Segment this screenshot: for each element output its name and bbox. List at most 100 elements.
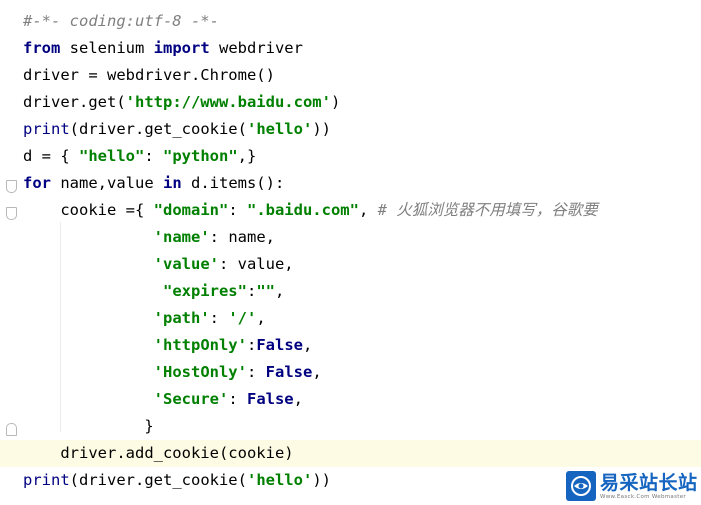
- code-token: :: [246, 363, 266, 381]
- code-token: ,: [293, 390, 303, 408]
- code-line[interactable]: 'httpOnly':False,: [0, 332, 701, 359]
- code-token: :: [144, 147, 163, 165]
- code-token: ): [330, 93, 341, 111]
- code-token: d = {: [23, 147, 79, 165]
- code-token: in: [162, 174, 182, 192]
- code-line-text: #-*- coding:utf-8 -*-: [23, 8, 219, 35]
- code-token: '/': [228, 309, 257, 327]
- code-line-text: 'httpOnly':False,: [23, 332, 313, 359]
- code-token: : value,: [218, 255, 294, 273]
- watermark-url: Www.Easck.Com Webmaster: [600, 493, 686, 500]
- code-token: ,}: [237, 147, 257, 165]
- code-token: print: [23, 120, 70, 138]
- code-token: 'hello': [246, 471, 313, 489]
- code-token: :: [209, 309, 229, 327]
- code-token: 'http://www.baidu.com': [125, 93, 331, 111]
- code-token: False: [265, 363, 313, 381]
- code-token: ,: [256, 309, 266, 327]
- watermark-title: 易采站长站: [600, 471, 698, 494]
- code-token: driver.get(: [23, 93, 126, 111]
- code-token: # 火狐浏览器不用填写，谷歌要: [377, 201, 598, 219]
- code-line-text: 'name': name,: [23, 224, 275, 251]
- code-token: :: [228, 201, 247, 219]
- code-line-text: driver.add_cookie(cookie): [23, 440, 294, 467]
- code-line-text: cookie ={ "domain": ".baidu.com", # 火狐浏览…: [23, 197, 598, 224]
- code-line[interactable]: driver.add_cookie(cookie): [0, 440, 701, 467]
- code-line[interactable]: 'value': value,: [0, 251, 701, 278]
- code-line[interactable]: 'path': '/',: [0, 305, 701, 332]
- code-line[interactable]: 'name': name,: [0, 224, 701, 251]
- code-line-text: driver = webdriver.Chrome(): [23, 62, 275, 89]
- code-line-text: 'value': value,: [23, 251, 294, 278]
- code-token: "domain": [153, 201, 229, 219]
- code-line[interactable]: driver = webdriver.Chrome(): [0, 62, 701, 89]
- code-token: 'value': [153, 255, 219, 273]
- code-line-text: for name,value in d.items():: [23, 170, 284, 197]
- code-line[interactable]: from selenium import webdriver: [0, 35, 701, 62]
- code-token: #-*- coding:utf-8 -*-: [23, 12, 219, 30]
- code-line[interactable]: #-*- coding:utf-8 -*-: [0, 8, 701, 35]
- code-token: :: [246, 336, 257, 354]
- code-token: import: [153, 39, 210, 57]
- code-token: name,value: [51, 174, 163, 192]
- code-token: (driver.get_cookie(: [69, 120, 247, 138]
- code-token: ,: [312, 363, 322, 381]
- watermark: 易采站长站 Www.Easck.Com Webmaster: [563, 467, 701, 505]
- code-token: :: [246, 282, 257, 300]
- code-token: 'HostOnly': [153, 363, 247, 381]
- code-line-text: print(driver.get_cookie('hello')): [23, 467, 331, 494]
- code-token: "": [256, 282, 275, 300]
- code-token: False: [246, 390, 294, 408]
- code-token: )): [312, 471, 331, 489]
- code-token: 'Secure': [153, 390, 229, 408]
- code-token: cookie ={: [23, 201, 154, 219]
- code-line-text: 'HostOnly': False,: [23, 359, 322, 386]
- code-line-text: 'Secure': False,: [23, 386, 303, 413]
- code-token: webdriver: [209, 39, 303, 57]
- code-line-text: d = { "hello": "python",}: [23, 143, 256, 170]
- code-line[interactable]: for name,value in d.items():: [0, 170, 701, 197]
- code-line-text: driver.get('http://www.baidu.com'): [23, 89, 340, 116]
- code-line-text: 'path': '/',: [23, 305, 266, 332]
- code-token: }: [23, 417, 154, 435]
- code-token: print: [23, 471, 70, 489]
- code-token: "hello": [79, 147, 145, 165]
- code-token: for: [23, 174, 51, 192]
- code-line[interactable]: }: [0, 413, 701, 440]
- code-line-text: from selenium import webdriver: [23, 35, 303, 62]
- code-token: from: [23, 39, 61, 57]
- code-token: 'httpOnly': [153, 336, 247, 354]
- code-token: d.items():: [181, 174, 285, 192]
- code-token: ,: [303, 336, 313, 354]
- code-line[interactable]: 'Secure': False,: [0, 386, 701, 413]
- code-token: driver = webdriver.Chrome(): [23, 66, 275, 84]
- code-token: ,: [275, 282, 285, 300]
- code-token: "python": [163, 147, 238, 165]
- code-token: (driver.get_cookie(: [69, 471, 247, 489]
- code-line[interactable]: d = { "hello": "python",}: [0, 143, 701, 170]
- code-line[interactable]: print(driver.get_cookie('hello')): [0, 116, 701, 143]
- code-token: )): [312, 120, 331, 138]
- code-line[interactable]: driver.get('http://www.baidu.com'): [0, 89, 701, 116]
- code-token: ,: [358, 201, 378, 219]
- code-token: "expires": [162, 282, 247, 300]
- code-line[interactable]: "expires":"",: [0, 278, 701, 305]
- code-line-text: "expires":"",: [23, 278, 284, 305]
- code-token: False: [256, 336, 303, 354]
- code-line-text: }: [23, 413, 154, 440]
- code-token: driver.add_cookie(cookie): [23, 444, 294, 462]
- code-token: 'hello': [246, 120, 313, 138]
- code-token: 'name': [153, 228, 210, 246]
- code-token: selenium: [60, 39, 154, 57]
- code-token: 'path': [153, 309, 210, 327]
- code-token: ".baidu.com": [246, 201, 359, 219]
- code-token: :: [228, 390, 247, 408]
- code-line[interactable]: cookie ={ "domain": ".baidu.com", # 火狐浏览…: [0, 197, 701, 224]
- code-line[interactable]: 'HostOnly': False,: [0, 359, 701, 386]
